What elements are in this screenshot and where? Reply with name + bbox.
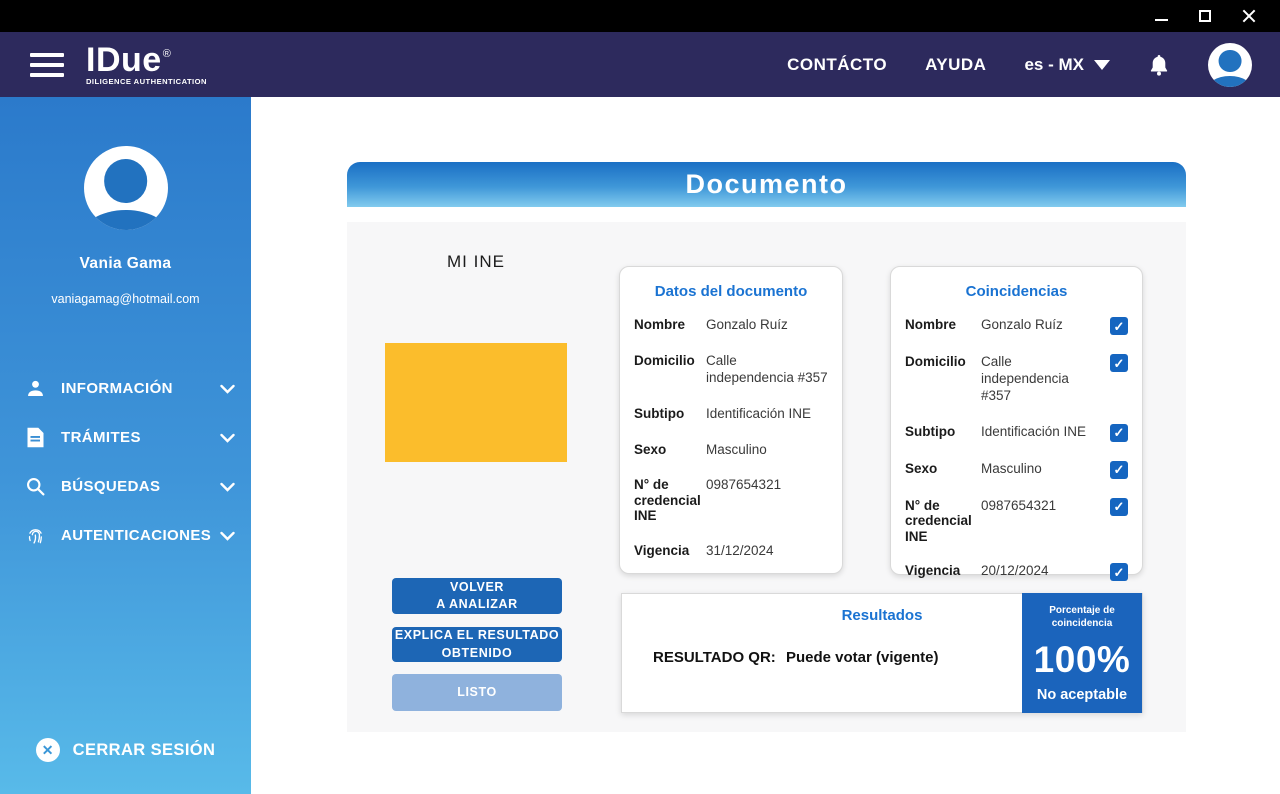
sidebar: Vania Gama vaniagamag@hotmail.com INFORM… xyxy=(0,97,251,794)
sidebar-item-label: TRÁMITES xyxy=(61,429,141,446)
results-panel: Resultados RESULTADO QR: Puede votar (vi… xyxy=(621,593,1143,713)
profile-name: Vania Gama xyxy=(79,255,172,272)
window-maximize-button[interactable] xyxy=(1190,3,1220,29)
match-checkbox[interactable] xyxy=(1110,354,1128,372)
match-row: Subtipo Identificación INE xyxy=(905,423,1128,442)
close-icon xyxy=(1242,9,1256,23)
hamburger-menu-button[interactable] xyxy=(30,52,64,77)
qr-result-value: Puede votar (vigente) xyxy=(785,649,939,666)
window-close-button[interactable] xyxy=(1234,3,1264,29)
x-circle-icon: ✕ xyxy=(35,738,60,762)
sidebar-item-informacion[interactable]: INFORMACIÓN xyxy=(0,364,251,413)
document-data-card: Datos del documento Nombre Gonzalo Ruíz … xyxy=(619,266,843,574)
card-title: Coincidencias xyxy=(965,283,1068,300)
card-title: Datos del documento xyxy=(654,283,808,300)
window-titlebar xyxy=(0,0,1280,32)
match-checkbox[interactable] xyxy=(1110,497,1128,516)
matches-card: Coincidencias Nombre Gonzalo Ruíz Domici… xyxy=(890,266,1143,582)
data-row: Nombre Gonzalo Ruíz xyxy=(634,317,788,332)
avatar-head-shape xyxy=(103,159,148,204)
avatar-head-shape xyxy=(1218,49,1242,73)
profile-email: vaniagamag@hotmail.com xyxy=(51,292,200,306)
sidebar-item-label: AUTENTICACIONES xyxy=(61,527,212,544)
chevron-down-icon xyxy=(1094,59,1110,70)
match-row: N° de credencial INE 0987654321 xyxy=(905,497,1128,545)
user-avatar[interactable] xyxy=(1208,42,1252,87)
match-row: Nombre Gonzalo Ruíz xyxy=(905,317,1128,335)
help-link[interactable]: AYUDA xyxy=(925,55,986,75)
percentage-label: Porcentaje de coincidencia xyxy=(1049,605,1115,629)
minimize-icon xyxy=(1154,19,1168,21)
sidebar-item-busquedas[interactable]: BÚSQUEDAS xyxy=(0,462,251,511)
profile-section: Vania Gama vaniagamag@hotmail.com xyxy=(0,97,251,306)
chevron-down-icon xyxy=(220,482,235,492)
document-icon xyxy=(24,427,46,449)
profile-avatar xyxy=(83,146,168,230)
match-row: Sexo Masculino xyxy=(905,460,1128,479)
logo-subtitle: DILIGENCE AUTHENTICATION xyxy=(86,77,207,87)
language-selector[interactable]: es - MX xyxy=(1024,55,1110,75)
sidebar-item-label: BÚSQUEDAS xyxy=(61,478,161,495)
fingerprint-icon xyxy=(24,525,46,547)
match-checkbox[interactable] xyxy=(1110,460,1128,479)
search-icon xyxy=(24,476,46,498)
qr-result-line: RESULTADO QR: Puede votar (vigente) xyxy=(653,649,939,666)
match-row: Domicilio Calle independencia #357 xyxy=(905,354,1128,405)
notifications-button[interactable] xyxy=(1148,53,1170,77)
match-checkbox[interactable] xyxy=(1110,317,1128,335)
registered-mark: ® xyxy=(162,48,172,61)
page-title: Documento xyxy=(685,169,848,199)
sidebar-item-tramites[interactable]: TRÁMITES xyxy=(0,413,251,462)
person-icon xyxy=(24,378,46,400)
data-row: N° de credencial INE 0987654321 xyxy=(634,477,782,524)
maximize-icon xyxy=(1199,10,1211,22)
avatar-body-shape xyxy=(83,209,168,230)
document-name-label: MI INE xyxy=(447,252,505,271)
logout-button[interactable]: ✕ CERRAR SESIÓN xyxy=(0,738,251,762)
bell-icon xyxy=(1150,54,1168,76)
chevron-down-icon xyxy=(220,433,235,443)
sidebar-nav: INFORMACIÓN TRÁMITES BÚSQUEDAS AUTENTICA… xyxy=(0,364,251,560)
qr-result-label: RESULTADO QR: xyxy=(653,649,776,666)
data-row: Domicilio Calle independencia #357 xyxy=(634,352,828,385)
avatar-body-shape xyxy=(1208,75,1252,87)
app-logo: IDue® DILIGENCE AUTHENTICATION xyxy=(86,43,207,86)
app-header: IDue® DILIGENCE AUTHENTICATION CONTÁCTO … xyxy=(0,32,1280,97)
window-minimize-button[interactable] xyxy=(1146,3,1176,29)
match-percentage-block: Porcentaje de coincidencia 100% No acept… xyxy=(1022,593,1142,713)
page-title-banner: Documento xyxy=(347,162,1186,207)
logout-label: CERRAR SESIÓN xyxy=(72,740,216,759)
sidebar-item-autenticaciones[interactable]: AUTENTICACIONES xyxy=(0,511,251,560)
contact-link[interactable]: CONTÁCTO xyxy=(787,55,887,75)
chevron-down-icon xyxy=(220,384,235,394)
match-checkbox[interactable] xyxy=(1110,423,1128,442)
language-value: es - MX xyxy=(1024,54,1084,74)
main-content: Documento MI INE Datos del documento Nom… xyxy=(251,97,1280,794)
data-row: Subtipo Identificación INE xyxy=(634,405,812,421)
chevron-down-icon xyxy=(220,531,235,541)
acceptability-status: No aceptable xyxy=(1036,687,1128,703)
data-row: Vigencia 31/12/2024 xyxy=(634,542,774,558)
document-panel: MI INE Datos del documento Nombre Gonzal… xyxy=(347,222,1186,732)
percentage-value: 100% xyxy=(1033,639,1131,680)
logo-title: IDue® xyxy=(86,41,172,80)
sidebar-item-label: INFORMACIÓN xyxy=(61,380,173,397)
done-button[interactable]: LISTO xyxy=(392,674,562,711)
reanalyze-button[interactable]: VOLVER A ANALIZAR xyxy=(392,578,562,614)
match-row: Vigencia 20/12/2024 xyxy=(905,563,1128,582)
data-row: Sexo Masculino xyxy=(634,441,767,457)
document-image-placeholder xyxy=(385,343,567,462)
match-checkbox[interactable] xyxy=(1110,563,1128,582)
explain-result-button[interactable]: EXPLICA EL RESULTADO OBTENIDO xyxy=(392,627,562,662)
